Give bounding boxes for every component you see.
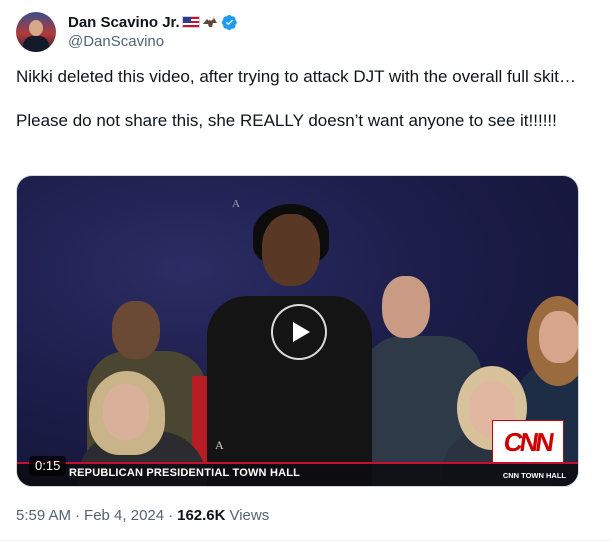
tweet-paragraph: Please do not share this, she REALLY doe… xyxy=(16,111,557,130)
video-player[interactable]: A A CNN REPUBLICAN PRESIDENTIAL TOWN HAL… xyxy=(16,175,579,487)
avatar[interactable] xyxy=(16,12,56,52)
user-handle[interactable]: @DanScavino xyxy=(68,33,238,50)
stage-sign: A xyxy=(215,438,224,452)
chyron-bar: REPUBLICAN PRESIDENTIAL TOWN HALL CNN TO… xyxy=(17,462,578,486)
us-flag-icon xyxy=(181,16,200,28)
tweet-paragraph: Nikki deleted this video, after trying t… xyxy=(16,67,576,86)
cnn-town-hall-label: CNN TOWN HALL xyxy=(502,471,566,480)
eagle-icon xyxy=(202,17,217,27)
display-name[interactable]: Dan Scavino Jr. xyxy=(68,14,180,31)
play-button[interactable] xyxy=(271,304,327,360)
tweet-text: Nikki deleted this video, after trying t… xyxy=(16,66,586,132)
cnn-logo: CNN xyxy=(492,420,564,464)
tweet[interactable]: Dan Scavino Jr. @DanScavino Nikki delete… xyxy=(0,0,611,542)
divider xyxy=(0,540,611,541)
tweet-date[interactable]: Feb 4, 2024 xyxy=(84,507,164,524)
tweet-header: Dan Scavino Jr. @DanScavino xyxy=(68,12,238,50)
tweet-meta: 5:59 AM · Feb 4, 2024 · 162.6K Views xyxy=(16,507,270,524)
name-row: Dan Scavino Jr. xyxy=(68,12,238,32)
tweet-time[interactable]: 5:59 AM xyxy=(16,507,71,524)
views-label: Views xyxy=(229,507,270,524)
views-count[interactable]: 162.6K xyxy=(177,507,225,524)
video-duration: 0:15 xyxy=(29,456,67,476)
verified-badge-icon[interactable] xyxy=(221,14,238,31)
chyron-text: REPUBLICAN PRESIDENTIAL TOWN HALL xyxy=(69,467,301,479)
play-icon xyxy=(293,322,310,342)
